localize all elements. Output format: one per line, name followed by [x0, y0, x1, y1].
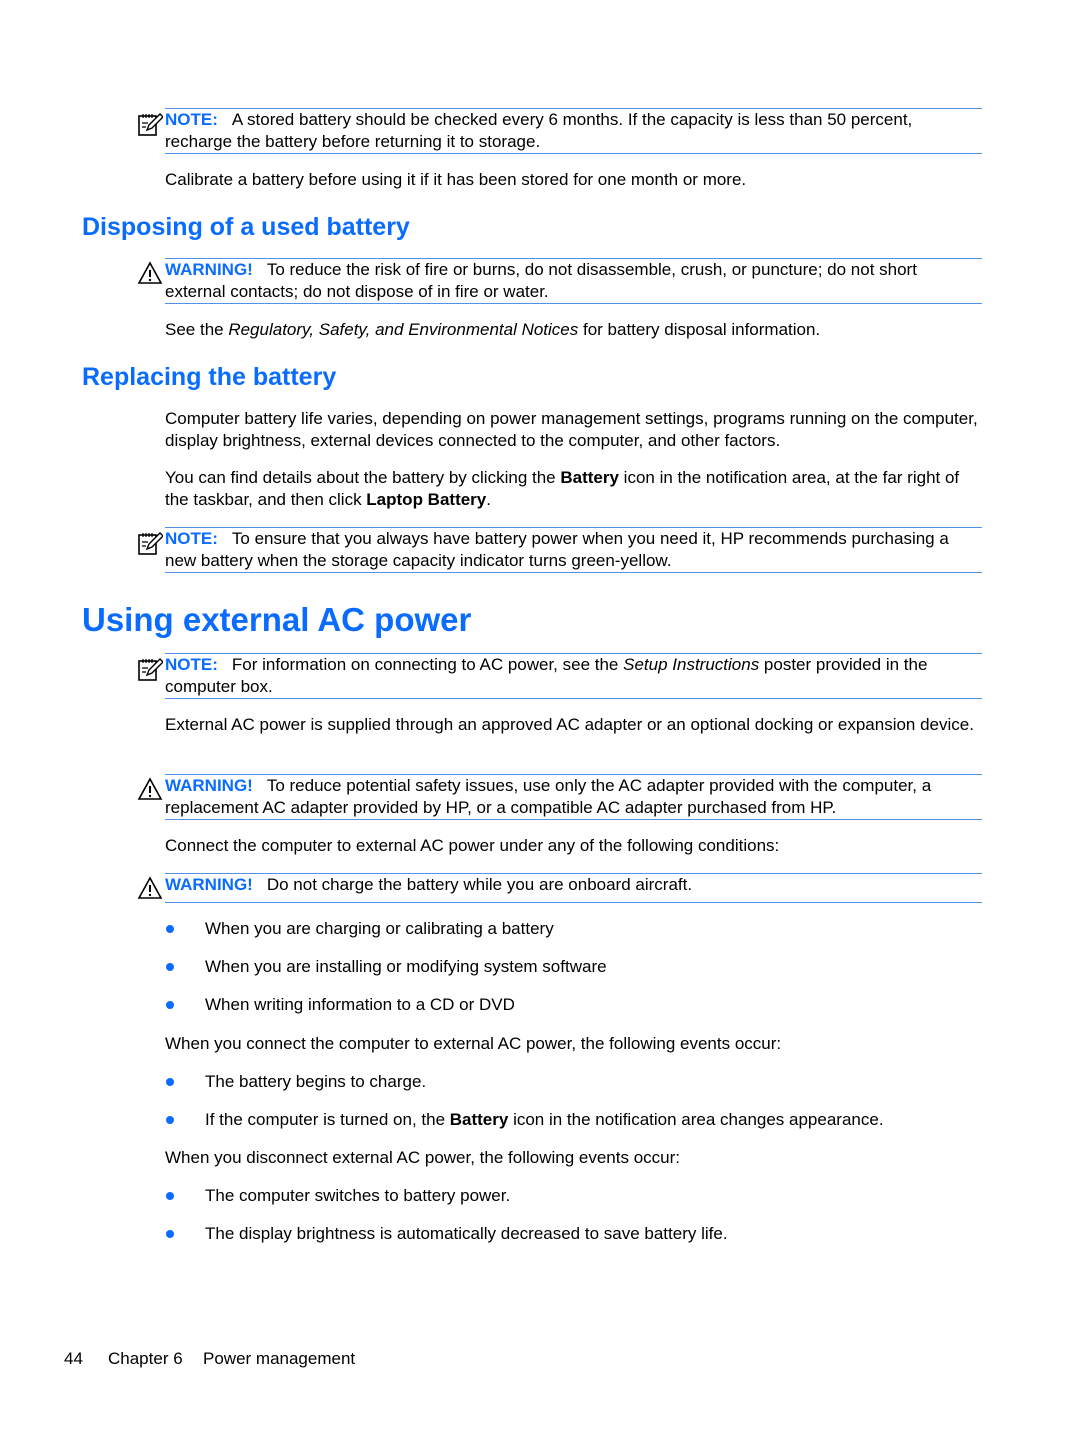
list-item: The battery begins to charge. [205, 1072, 427, 1091]
document-reference: Regulatory, Safety, and Environmental No… [228, 320, 579, 339]
chapter-title: Power management [203, 1349, 356, 1368]
paragraph: See the Regulatory, Safety, and Environm… [165, 320, 821, 339]
warning-icon [137, 777, 163, 800]
paragraph: Computer battery life varies, depending … [165, 409, 978, 450]
paragraph: Connect the computer to external AC powe… [165, 836, 780, 855]
section-heading: Replacing the battery [82, 363, 337, 391]
note-icon [138, 532, 163, 555]
section-heading: Disposing of a used battery [82, 213, 410, 241]
note-label: NOTE: [165, 110, 218, 129]
document-reference: Setup Instructions [623, 655, 760, 674]
warning-box: WARNING! To reduce the risk of fire or bu… [165, 258, 982, 304]
note-icon [138, 113, 163, 136]
paragraph: Calibrate a battery before using it if i… [165, 170, 747, 189]
warning-box: WARNING! To reduce potential safety issue… [165, 774, 982, 820]
page-number: 44 [64, 1349, 83, 1368]
note-icon [138, 658, 163, 681]
note-text: A stored battery should be checked every… [165, 110, 913, 151]
chapter-label: Chapter 6 [108, 1349, 183, 1368]
bullet-icon [166, 1192, 174, 1200]
paragraph: When you disconnect external AC power, t… [165, 1148, 681, 1167]
warning-icon [137, 876, 163, 899]
paragraph: You can find details about the battery b… [165, 468, 960, 509]
list-item: If the computer is turned on, the Batter… [205, 1110, 884, 1129]
bullet-icon [166, 963, 174, 971]
list-item: The display brightness is automatically … [205, 1224, 728, 1243]
bullet-icon [166, 1116, 174, 1124]
bullet-icon [166, 1078, 174, 1086]
note-box: NOTE: To ensure that you always have batt… [165, 527, 982, 573]
bullet-icon [166, 1230, 174, 1238]
paragraph: External AC power is supplied through an… [165, 715, 974, 734]
list-item: When you are charging or calibrating a b… [205, 919, 554, 938]
warning-label: WARNING! [165, 260, 253, 279]
warning-text: To reduce the risk of fire or burns, do … [165, 260, 917, 301]
note-box: NOTE: A stored battery should be checked … [165, 108, 982, 154]
warning-icon [137, 261, 163, 284]
list-item: When you are installing or modifying sys… [205, 957, 607, 976]
warning-box: WARNING! Do not charge the battery while … [165, 873, 982, 903]
paragraph: When you connect the computer to externa… [165, 1034, 782, 1053]
chapter-section-heading: Using external AC power [82, 601, 472, 638]
list-item: When writing information to a CD or DVD [205, 995, 515, 1014]
note-box: NOTE: For information on connecting to AC… [165, 653, 982, 699]
bullet-icon [166, 1001, 174, 1009]
bullet-icon [166, 925, 174, 933]
list-item: The computer switches to battery power. [205, 1186, 511, 1205]
